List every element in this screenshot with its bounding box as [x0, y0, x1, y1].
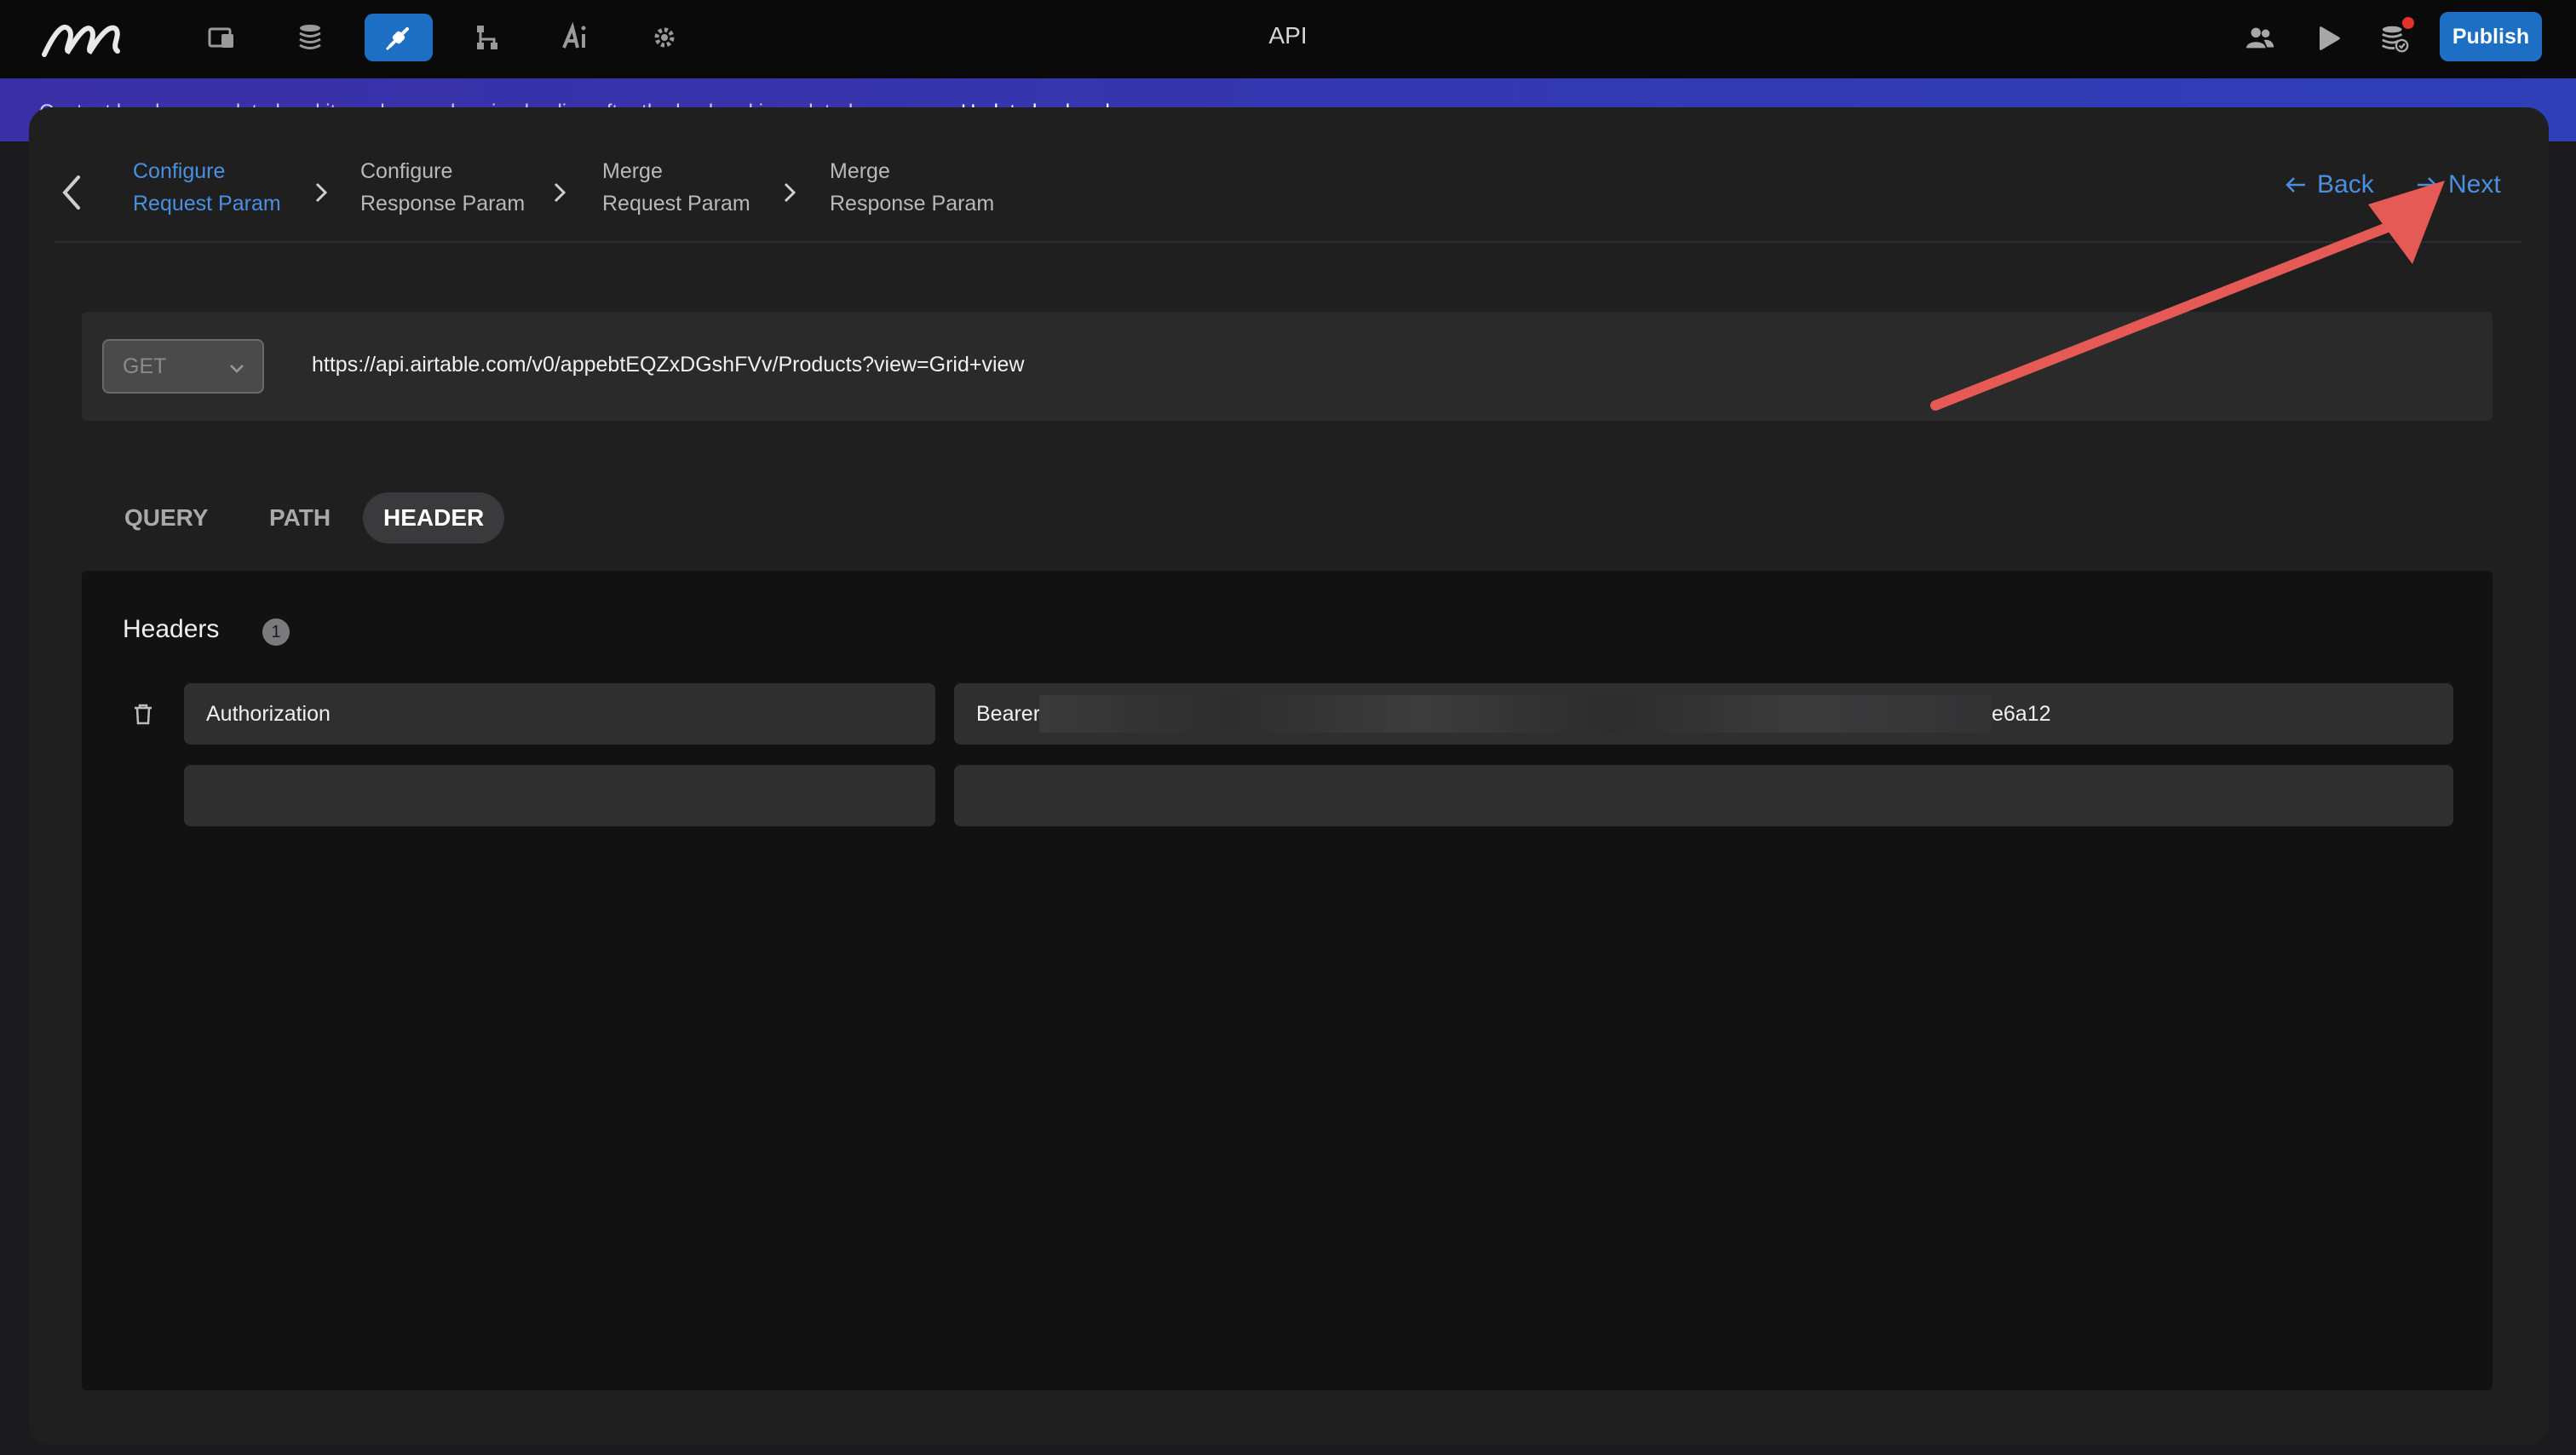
step-label-line2: Request Param [602, 192, 750, 216]
headers-panel: Headers 1 Authorization Bearer e6a12 [82, 571, 2493, 1390]
headers-title: Headers [123, 615, 220, 643]
tab-path[interactable]: PATH [249, 492, 351, 543]
header-value-suffix: e6a12 [1992, 701, 2051, 726]
step-label-line1: Merge [830, 159, 890, 183]
backend-sync-icon[interactable] [2373, 17, 2416, 60]
chevron-right-icon [784, 182, 796, 203]
step-label-line1: Configure [360, 159, 453, 183]
step-configure-response-param[interactable]: Configure Response Param [360, 155, 525, 220]
tab-header[interactable]: HEADER [363, 492, 505, 543]
step-label-line2: Response Param [360, 192, 526, 216]
header-value-input[interactable]: Bearer e6a12 [954, 683, 2453, 745]
step-merge-response-param[interactable]: Merge Response Param [830, 155, 994, 220]
pages-icon[interactable] [187, 14, 256, 61]
app-logo[interactable] [39, 12, 124, 63]
step-label-line1: Configure [133, 159, 226, 183]
annotation-arrow [1930, 181, 2445, 411]
step-label-line2: Request Param [133, 192, 281, 216]
new-header-key-input[interactable] [184, 765, 935, 826]
users-icon[interactable] [2239, 17, 2281, 60]
settings-icon[interactable] [630, 14, 699, 61]
step-label-line2: Response Param [830, 192, 995, 216]
page-title: API [1268, 22, 1308, 49]
header-key-input[interactable]: Authorization [184, 683, 935, 745]
header-key-value: Authorization [206, 701, 331, 726]
publish-button[interactable]: Publish [2440, 12, 2542, 61]
redacted-token [1039, 695, 1992, 733]
next-label: Next [2448, 170, 2501, 198]
chevron-right-icon [315, 182, 328, 203]
close-back-chevron-icon[interactable] [55, 167, 89, 218]
new-header-value-input[interactable] [954, 765, 2453, 826]
headers-count-badge: 1 [262, 618, 290, 646]
workflow-icon[interactable] [453, 14, 521, 61]
request-url[interactable]: https://api.airtable.com/v0/appebtEQZxDG… [312, 353, 1024, 377]
chevron-down-icon [230, 365, 244, 373]
notification-dot [2402, 17, 2414, 29]
header-value-prefix: Bearer [976, 701, 1041, 726]
http-method-select[interactable]: GET [102, 339, 264, 394]
tab-query[interactable]: QUERY [104, 492, 229, 543]
database-icon[interactable] [276, 14, 344, 61]
top-bar: API Publish [0, 0, 2576, 78]
chevron-right-icon [554, 182, 566, 203]
api-icon[interactable] [365, 14, 433, 61]
step-merge-request-param[interactable]: Merge Request Param [602, 155, 750, 220]
trash-icon[interactable] [129, 700, 157, 728]
step-configure-request-param[interactable]: Configure Request Param [133, 155, 281, 220]
ai-icon[interactable] [542, 14, 610, 61]
play-icon[interactable] [2307, 17, 2349, 60]
http-method-value: GET [123, 354, 167, 378]
step-label-line1: Merge [602, 159, 663, 183]
